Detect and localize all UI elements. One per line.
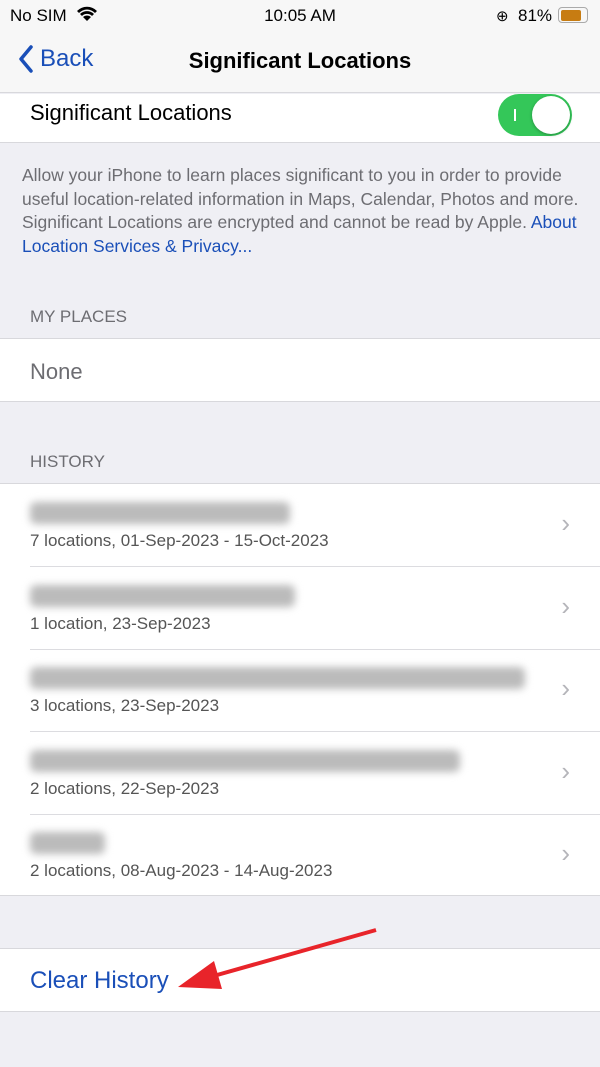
navigation-bar: Back Significant Locations [0,32,600,93]
redacted-name [30,585,295,607]
redacted-name [30,832,105,854]
chevron-right-icon: › [561,838,570,868]
my-places-header: MY PLACES [30,307,128,326]
significant-locations-toggle[interactable] [498,94,572,136]
chevron-right-icon: › [561,591,570,621]
clock: 10:05 AM [264,6,336,25]
history-detail: 1 location, 23-Sep-2023 [30,614,211,633]
battery-percent: 81% [518,6,553,25]
history-detail: 7 locations, 01-Sep-2023 - 15-Oct-2023 [30,531,329,550]
redacted-name [30,750,460,772]
redacted-name [30,667,525,689]
none-label: None [30,359,83,384]
history-detail: 3 locations, 23-Sep-2023 [30,696,220,715]
history-item[interactable]: 3 locations, 23-Sep-2023 › [0,649,600,732]
history-item[interactable]: 7 locations, 01-Sep-2023 - 15-Oct-2023 › [0,484,600,567]
rotation-lock-icon: ⊕ [496,8,509,25]
status-bar: No SIM 10:05 AM ⊕ 81% [0,0,600,32]
annotation-arrow-icon [178,928,377,989]
chevron-right-icon: › [561,508,570,538]
history-detail: 2 locations, 22-Sep-2023 [30,779,220,798]
significant-locations-row: Significant Locations [0,94,600,143]
chevron-right-icon: › [561,756,570,786]
page-title: Significant Locations [188,48,412,73]
history-item[interactable]: 1 location, 23-Sep-2023 › [0,567,600,650]
clear-history-label: Clear History [30,967,169,994]
redacted-name [30,502,290,524]
my-places-item: None [0,338,600,402]
history-list: 7 locations, 01-Sep-2023 - 15-Oct-2023 › … [0,483,600,896]
history-item[interactable]: 2 locations, 08-Aug-2023 - 14-Aug-2023 › [0,814,600,897]
description-text: Allow your iPhone to learn places signif… [22,165,579,232]
description: Allow your iPhone to learn places signif… [22,164,582,258]
battery-icon [558,7,588,23]
chevron-right-icon: › [561,673,570,703]
history-item[interactable]: 2 locations, 22-Sep-2023 › [0,732,600,815]
toggle-label: Significant Locations [30,100,232,125]
history-detail: 2 locations, 08-Aug-2023 - 14-Aug-2023 [30,861,333,880]
history-header: HISTORY [30,452,105,471]
